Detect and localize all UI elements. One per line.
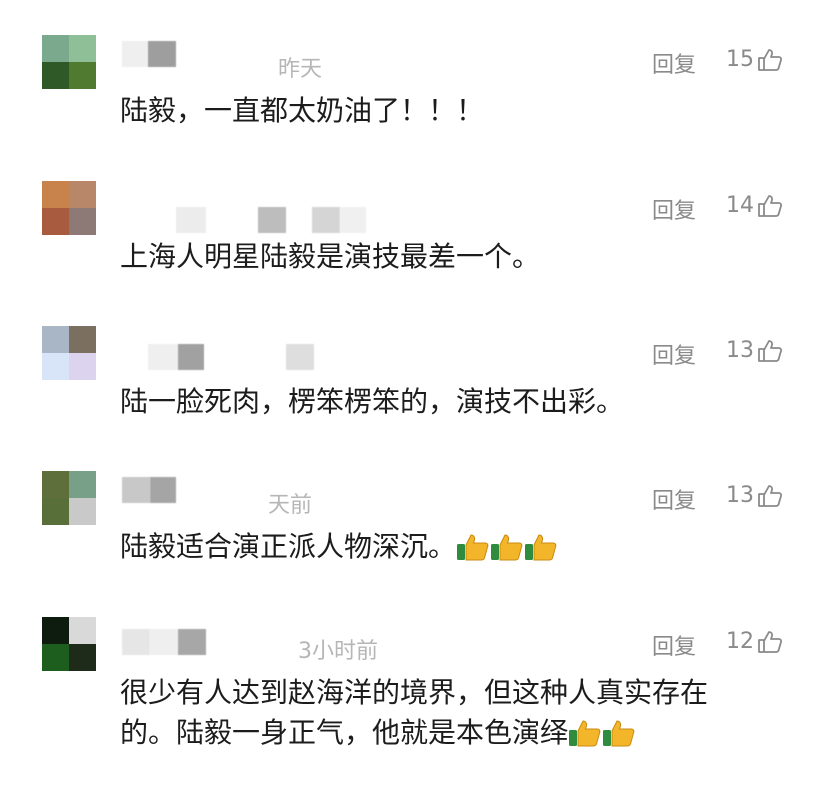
avatar-pixel (69, 181, 96, 208)
username-mosaic (312, 207, 340, 233)
like-count: 13 (726, 338, 754, 363)
avatar-pixel (69, 617, 96, 644)
like-button[interactable]: 12 (726, 629, 783, 654)
username-mosaic (148, 344, 178, 370)
comment-text-line: 陆毅，一直都太奶油了！！！ (120, 94, 485, 127)
avatar-pixel (69, 498, 96, 525)
thumbs-up-outline-icon (758, 194, 783, 217)
username-mosaic (340, 207, 366, 233)
avatar-pixel (42, 471, 69, 498)
comment-text-line: 上海人明星陆毅是演技最差一个。 (120, 240, 541, 273)
avatar[interactable] (42, 471, 96, 525)
comment-text: 陆毅适合演正派人物深沉。 (120, 527, 770, 567)
avatar-pixel (42, 35, 69, 62)
thumbs-up-outline-icon (758, 630, 783, 653)
username-mosaic (150, 629, 178, 655)
avatar-pixel (69, 35, 96, 62)
username-blurred[interactable]: 天前 (120, 477, 400, 518)
username-mosaic (286, 344, 314, 370)
avatar[interactable] (42, 181, 96, 235)
username-blurred[interactable] (120, 187, 400, 233)
like-button[interactable]: 13 (726, 483, 783, 508)
like-count: 14 (726, 193, 754, 218)
username-mosaic (178, 344, 204, 370)
thumbs-up-emoji-icon (569, 720, 601, 747)
avatar[interactable] (42, 617, 96, 671)
username-mosaic (122, 477, 150, 503)
avatar-pixel (69, 208, 96, 235)
comment-text: 上海人明星陆毅是演技最差一个。 (120, 237, 770, 277)
username-mosaic (258, 207, 286, 233)
comment-text: 陆一脸死肉，楞笨楞笨的，演技不出彩。 (120, 382, 770, 422)
comment-list: 昨天 回复 15 陆毅，一直都太奶油了！！！ 回复 14 上海人明星陆毅是演技最… (0, 0, 828, 787)
thumbs-up-emoji-icon (603, 720, 635, 747)
like-count: 15 (726, 47, 754, 72)
comment-text-value: 陆毅适合演正派人物深沉。 (120, 530, 457, 563)
like-button[interactable]: 14 (726, 193, 783, 218)
comment-text-value: 的。陆毅一身正气，他就是本色演绎 (120, 716, 569, 749)
thumbs-up-emoji-icon (457, 534, 489, 561)
avatar-pixel (42, 644, 69, 671)
like-count: 13 (726, 483, 754, 508)
username-blurred[interactable]: 昨天 (120, 41, 400, 82)
username-blurred[interactable]: 3小时前 (120, 623, 400, 664)
avatar-pixel (42, 181, 69, 208)
comment-time: 昨天 (278, 57, 323, 82)
username-mosaic (148, 41, 176, 67)
avatar-pixel (69, 644, 96, 671)
reply-button[interactable]: 回复 (652, 483, 696, 515)
avatar-pixel (42, 498, 69, 525)
comment-time: 天前 (268, 493, 313, 518)
avatar-pixel (69, 326, 96, 353)
avatar-pixel (42, 208, 69, 235)
thumbs-up-outline-icon (758, 48, 783, 71)
avatar-pixel (42, 353, 69, 380)
username-mosaic (178, 629, 206, 655)
avatar[interactable] (42, 326, 96, 380)
comment-text-line: 陆一脸死肉，楞笨楞笨的，演技不出彩。 (120, 385, 625, 418)
reply-button[interactable]: 回复 (652, 629, 696, 661)
avatar[interactable] (42, 35, 96, 89)
comment-text-line: 陆毅适合演正派人物深沉。 (120, 527, 770, 567)
username-mosaic (150, 477, 176, 503)
avatar-pixel (42, 62, 69, 89)
comment-text: 陆毅，一直都太奶油了！！！ (120, 91, 770, 131)
like-count: 12 (726, 629, 754, 654)
text-fade-overlay (640, 720, 828, 770)
avatar-pixel (42, 326, 69, 353)
username-mosaic (122, 629, 150, 655)
username-mosaic (122, 41, 148, 67)
username-mosaic (176, 207, 206, 233)
thumbs-up-outline-icon (758, 484, 783, 507)
like-button[interactable]: 13 (726, 338, 783, 363)
avatar-pixel (69, 62, 96, 89)
avatar-pixel (69, 471, 96, 498)
reply-button[interactable]: 回复 (652, 193, 696, 225)
avatar-pixel (69, 353, 96, 380)
like-button[interactable]: 15 (726, 47, 783, 72)
thumbs-up-outline-icon (758, 339, 783, 362)
comment-time: 3小时前 (298, 639, 378, 664)
reply-button[interactable]: 回复 (652, 47, 696, 79)
username-blurred[interactable] (120, 332, 400, 370)
comment-text-line: 很少有人达到赵海洋的境界，但这种人真实存在 (120, 676, 709, 709)
reply-button[interactable]: 回复 (652, 338, 696, 370)
avatar-pixel (42, 617, 69, 644)
thumbs-up-emoji-icon (491, 534, 523, 561)
thumbs-up-emoji-icon (525, 534, 557, 561)
